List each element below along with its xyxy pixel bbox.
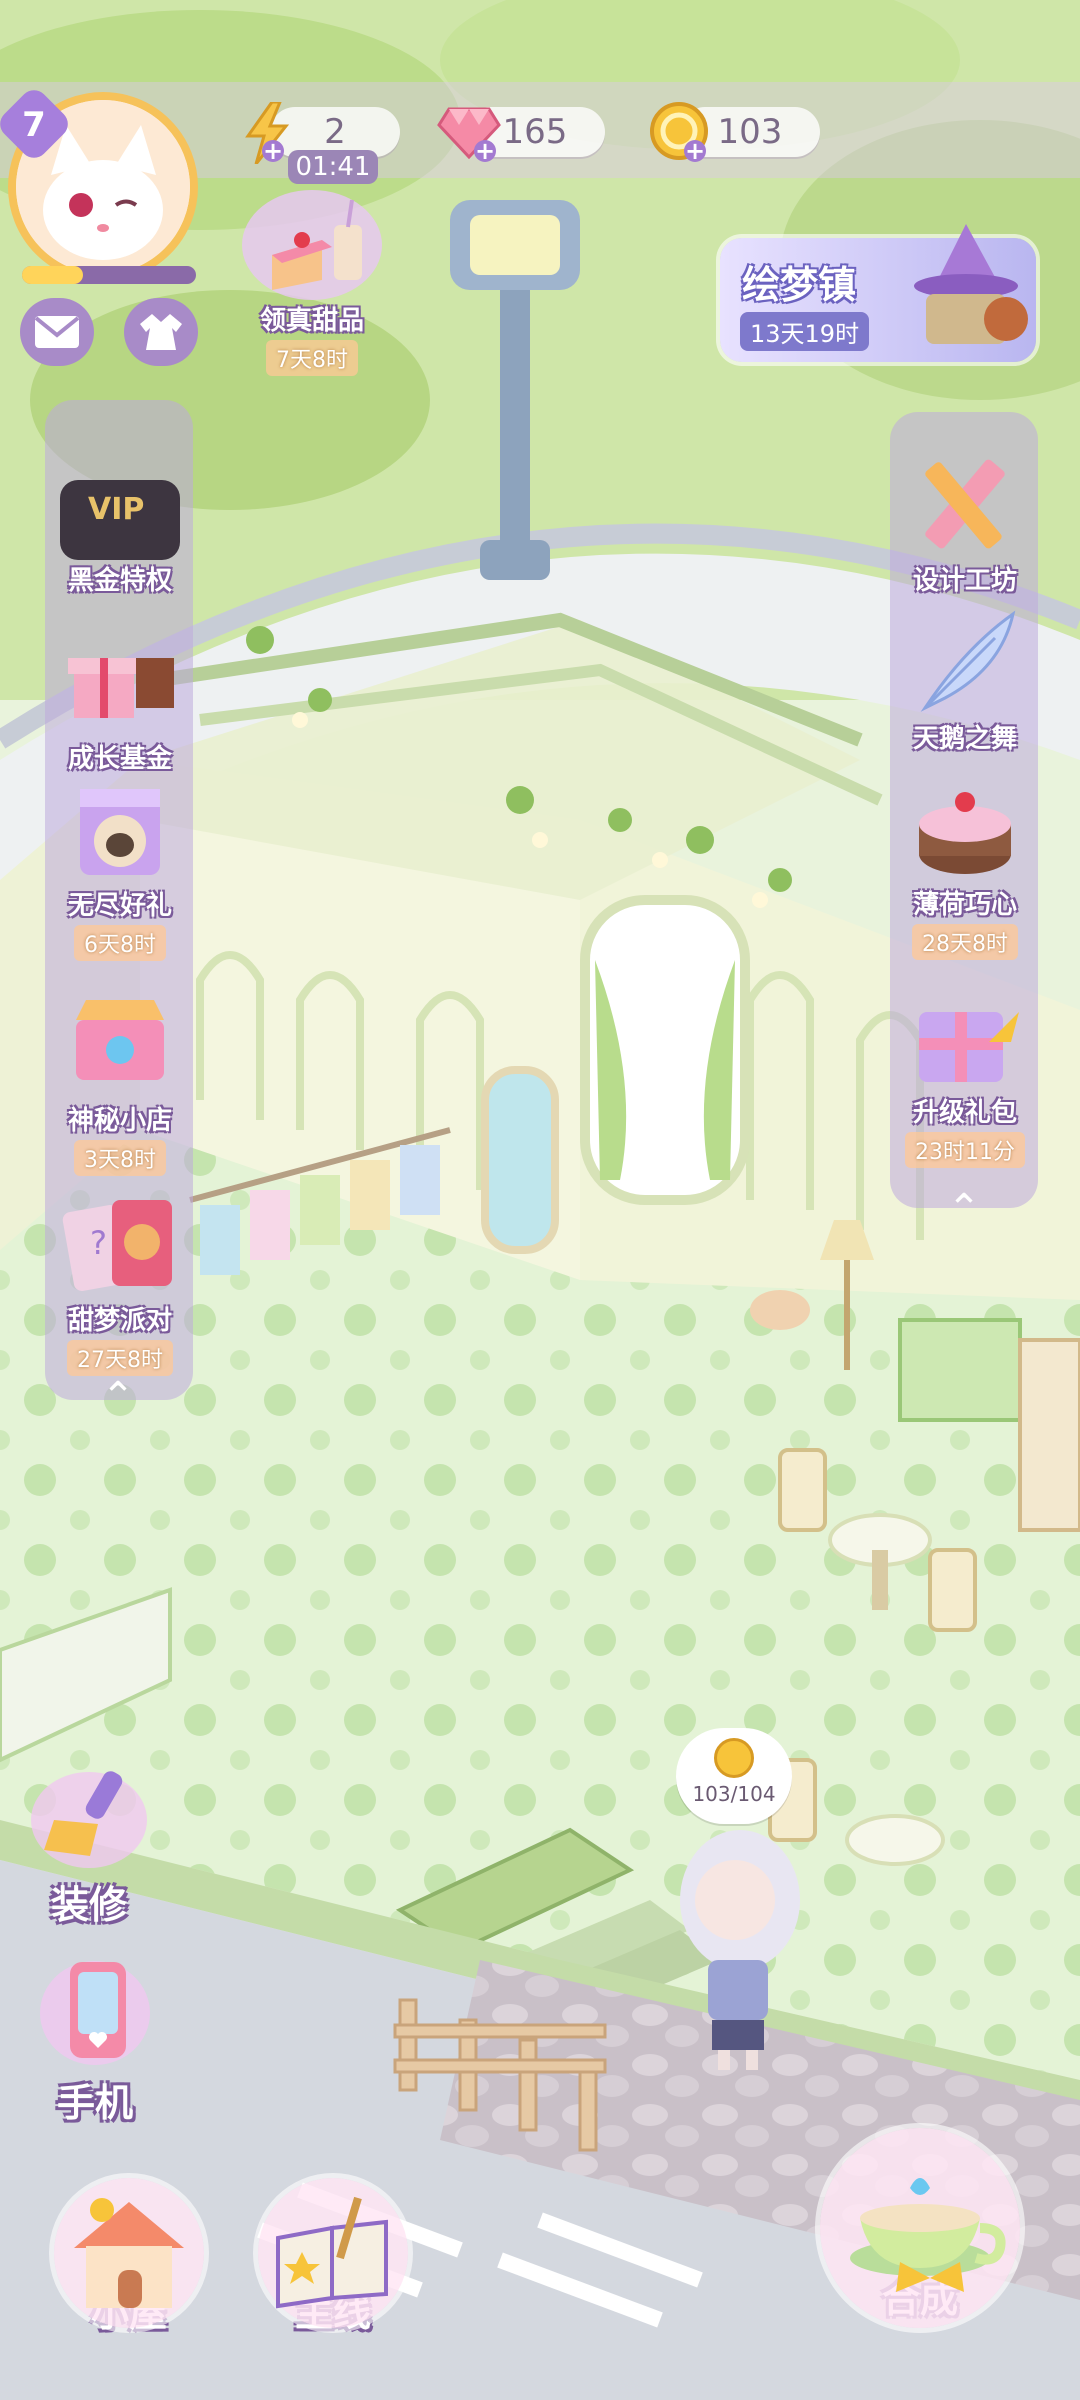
left-item-timer: 3天8时 <box>74 1140 166 1176</box>
feather-icon <box>905 608 1025 718</box>
nav-main-story[interactable]: 主线 <box>248 2178 418 2337</box>
left-item-label: 黑金特权 <box>67 566 172 596</box>
right-item-design-workshop[interactable]: 设计工坊 <box>890 450 1040 597</box>
energy-timer: 01:41 <box>288 150 378 184</box>
left-item-timer: 6天8时 <box>74 925 166 961</box>
gift-box-icon <box>60 628 180 738</box>
decorate-button[interactable]: 装修 <box>24 1760 154 1929</box>
left-item-sweet-party[interactable]: ? 甜梦派对 27天8时 <box>45 1190 195 1376</box>
left-collapse-button[interactable]: ⌃ <box>88 1372 148 1422</box>
right-item-label: 薄荷巧心 <box>912 890 1017 920</box>
coin-collect-bubble[interactable]: 103/104 <box>676 1728 792 1824</box>
cake-icon <box>905 774 1025 884</box>
right-item-timer: 23时11分 <box>905 1132 1025 1168</box>
brush-icon <box>31 1771 147 1868</box>
dream-town-event[interactable]: 绘梦镇 13天19时 <box>720 224 1036 362</box>
nav-merge[interactable]: 合成 <box>820 2128 1020 2328</box>
left-item-label: 成长基金 <box>67 744 172 774</box>
phone-button[interactable]: 手机 <box>30 1948 160 2127</box>
right-item-swan-dance[interactable]: 天鹅之舞 <box>890 608 1040 755</box>
wardrobe-button[interactable] <box>124 298 198 366</box>
party-cards-icon: ? <box>60 1190 180 1300</box>
dessert-event[interactable]: 领真甜品 7天8时 <box>232 190 392 376</box>
cat-gift-icon <box>60 775 180 885</box>
left-item-timer: 27天8时 <box>67 1340 173 1376</box>
gem-value: 165 <box>502 112 568 152</box>
ruler-pencil-icon <box>905 450 1025 560</box>
svg-text:?: ? <box>90 1224 107 1262</box>
level-number: 7 <box>22 105 46 145</box>
dress-icon <box>140 314 182 350</box>
mail-button[interactable] <box>20 298 94 366</box>
add-energy-icon[interactable]: + <box>262 139 284 163</box>
right-item-label: 设计工坊 <box>912 566 1017 596</box>
teacup-icon <box>820 2128 1020 2328</box>
left-item-label: 神秘小店 <box>67 1106 172 1136</box>
right-collapse-button[interactable]: ⌃ <box>934 1184 994 1234</box>
energy-value: 2 <box>324 112 346 152</box>
mail-icon <box>34 316 80 348</box>
chevron-up-icon: ⌃ <box>947 1186 981 1232</box>
left-item-mystery-shop[interactable]: 神秘小店 3天8时 <box>45 990 195 1176</box>
xp-bar <box>22 266 196 284</box>
phone-label: 手机 <box>56 2081 133 2125</box>
upgrade-gift-icon <box>905 982 1025 1092</box>
coin-icon <box>714 1738 754 1778</box>
book-icon <box>258 2178 408 2328</box>
xp-bar-fill <box>22 266 83 284</box>
witch-hat-icon <box>914 224 1028 344</box>
coin-bubble-text: 103/104 <box>692 1782 776 1806</box>
right-item-label: 天鹅之舞 <box>912 724 1017 754</box>
dessert-event-label: 领真甜品 <box>259 306 364 336</box>
add-gems-icon[interactable]: + <box>474 139 496 163</box>
right-item-upgrade-pack[interactable]: 升级礼包 23时11分 <box>890 982 1040 1168</box>
decorate-label: 装修 <box>50 1883 127 1927</box>
vip-icon: VIP <box>60 480 180 560</box>
coin-value: 103 <box>717 112 783 152</box>
nav-house[interactable]: 小屋 <box>44 2178 214 2337</box>
right-item-label: 升级礼包 <box>912 1098 1017 1128</box>
chevron-up-icon: ⌃ <box>101 1374 135 1420</box>
add-coins-icon[interactable]: + <box>684 139 706 163</box>
left-item-endless-gift[interactable]: 无尽好礼 6天8时 <box>45 775 195 961</box>
dream-town-title: 绘梦镇 <box>742 263 857 307</box>
dessert-event-timer: 7天8时 <box>266 340 358 376</box>
phone-icon <box>40 1961 150 2065</box>
shop-gift-icon <box>60 990 180 1100</box>
right-item-mint-chocolate[interactable]: 薄荷巧心 28天8时 <box>890 774 1040 960</box>
house-icon <box>54 2178 204 2328</box>
left-item-vip[interactable]: VIP 黑金特权 <box>45 470 195 597</box>
left-item-growth-fund[interactable]: 成长基金 <box>45 628 195 775</box>
right-item-timer: 28天8时 <box>912 924 1018 960</box>
left-item-label: 无尽好礼 <box>67 891 172 921</box>
left-item-label: 甜梦派对 <box>67 1306 172 1336</box>
dream-town-timer: 13天19时 <box>740 312 870 351</box>
dessert-event-icon <box>242 190 382 300</box>
